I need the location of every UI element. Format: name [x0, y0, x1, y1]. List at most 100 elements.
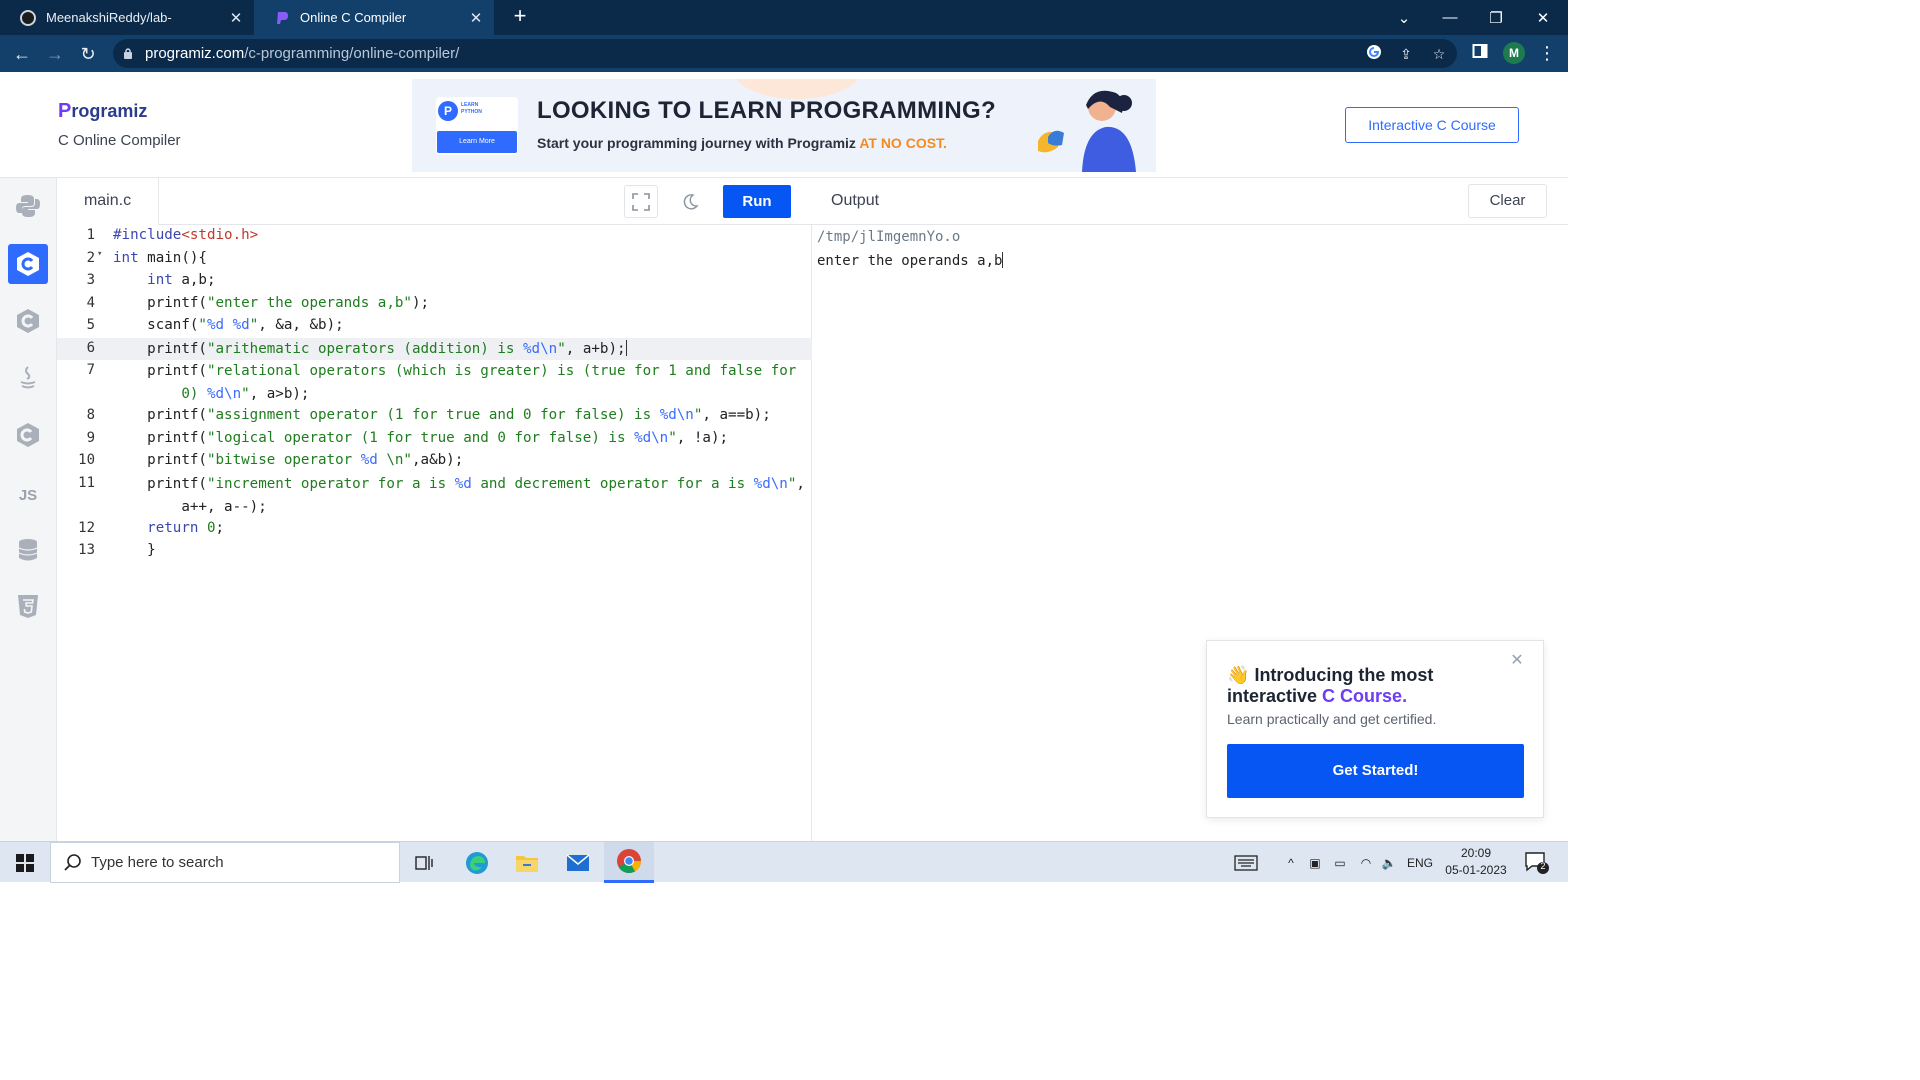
output-stdout-line: enter the operands a,b [817, 252, 1004, 269]
site-header: Programiz C Online Compiler P LEARN PYTH… [0, 72, 1568, 178]
browser-tab-strip: MeenakshiReddy/lab- ✕ Online C Compiler … [0, 0, 1568, 35]
url-text: programiz.com/c-programming/online-compi… [145, 45, 460, 62]
lock-icon [124, 48, 132, 59]
line-number: 7 [86, 362, 95, 378]
fullscreen-button[interactable] [624, 185, 658, 218]
browser-toolbar: ← → ↻ programiz.com/c-programming/online… [0, 35, 1568, 72]
clear-button[interactable]: Clear [1468, 184, 1547, 218]
file-explorer-button[interactable] [502, 842, 552, 883]
browser-menu-icon[interactable]: ⋮ [1538, 41, 1556, 67]
programiz-logo[interactable]: Programiz [58, 100, 147, 123]
line-number: 12 [78, 520, 95, 536]
chrome-icon [617, 849, 641, 874]
show-hidden-icons-button[interactable]: ^ [1280, 842, 1302, 883]
code-line: 3 int a,b; [57, 270, 812, 292]
close-tab-icon[interactable]: ✕ [224, 9, 248, 27]
search-placeholder: Type here to search [91, 854, 224, 871]
reload-button[interactable]: ↻ [75, 41, 101, 67]
interactive-c-course-button[interactable]: Interactive C Course [1345, 107, 1519, 143]
code-line: 10 printf("bitwise operator %d \n",a&b); [57, 450, 812, 472]
sidebar-item-sql[interactable] [8, 530, 48, 570]
editor-toolbar: main.c Run [57, 178, 812, 225]
task-view-button[interactable] [400, 842, 450, 883]
get-started-button[interactable]: Get Started! [1227, 744, 1524, 798]
database-icon [18, 539, 38, 561]
edge-button[interactable] [452, 842, 502, 883]
volume-icon[interactable]: 🔈 [1378, 842, 1400, 883]
popup-description: Learn practically and get certified. [1227, 711, 1437, 727]
banner-headline: LOOKING TO LEARN PROGRAMMING? [537, 97, 996, 124]
code-line: 2 ▾ int main(){ [57, 248, 812, 270]
battery-icon[interactable]: ▭ [1328, 842, 1352, 883]
code-editor[interactable]: 1 #include<stdio.h> 2 ▾ int main(){ 3 in… [57, 225, 812, 841]
tray-network-status-icon[interactable]: ▣ [1304, 842, 1326, 883]
back-button[interactable]: ← [9, 41, 35, 67]
code-line: 9 printf("logical operator (1 for true a… [57, 428, 812, 450]
forward-button[interactable]: → [42, 41, 68, 67]
run-button[interactable]: Run [723, 185, 791, 218]
new-tab-button[interactable]: + [508, 4, 532, 30]
side-panel-icon[interactable] [1470, 43, 1490, 63]
sidebar-item-java[interactable] [8, 358, 48, 398]
folder-icon [516, 855, 538, 872]
line-number: 4 [86, 295, 95, 311]
minimize-button[interactable]: — [1427, 0, 1473, 35]
taskbar-clock[interactable]: 20:09 05-01-2023 [1436, 845, 1516, 879]
touch-keyboard-button[interactable] [1230, 842, 1262, 883]
windows-logo-icon [16, 853, 34, 872]
code-line: 7 printf("relational operators (which is… [57, 360, 812, 405]
code-line-active: 6 printf("arithematic operators (additio… [57, 338, 812, 360]
bookmark-star-icon[interactable]: ☆ [1429, 44, 1449, 64]
sidebar-item-js[interactable]: JS [8, 475, 48, 515]
language-indicator[interactable]: ENG [1402, 842, 1438, 883]
close-tab-icon[interactable]: ✕ [464, 9, 488, 27]
sidebar-item-csharp[interactable] [8, 415, 48, 455]
js-icon: JS [18, 486, 38, 504]
tab-title: Online C Compiler [300, 10, 407, 25]
theme-toggle-button[interactable] [673, 185, 707, 218]
browser-tab-compiler[interactable]: Online C Compiler ✕ [254, 0, 494, 35]
sidebar-item-cpp[interactable] [8, 301, 48, 341]
clock-date: 05-01-2023 [1445, 863, 1507, 877]
tab-title: MeenakshiReddy/lab- [46, 10, 172, 25]
tab-search-chevron-icon[interactable]: ⌄ [1381, 0, 1427, 35]
fullscreen-icon [632, 192, 650, 211]
mail-button[interactable] [553, 842, 603, 883]
learn-more-button[interactable]: Learn More [437, 131, 517, 153]
notification-center-button[interactable]: 2 [1524, 850, 1550, 876]
python-course-logo-icon: P [438, 101, 458, 121]
line-number: 5 [86, 317, 95, 333]
browser-tab-github[interactable]: MeenakshiReddy/lab- ✕ [0, 0, 254, 35]
sidebar-item-python[interactable] [8, 186, 48, 226]
line-number: 3 [86, 272, 95, 288]
line-number: 2 [86, 250, 95, 266]
file-tab-main-c[interactable]: main.c [57, 178, 159, 225]
restore-button[interactable]: ❐ [1473, 0, 1519, 35]
close-window-button[interactable]: ✕ [1520, 0, 1566, 35]
google-icon[interactable] [1364, 44, 1384, 64]
banner-illustration [1038, 90, 1136, 172]
fold-arrow-icon[interactable]: ▾ [97, 249, 102, 259]
profile-avatar[interactable]: M [1503, 42, 1525, 64]
ad-banner[interactable]: P LEARN PYTHON Learn More LOOKING TO LEA… [412, 79, 1156, 172]
promo-popup: ✕ 👋 Introducing the most interactive C C… [1206, 640, 1544, 818]
sidebar-item-html[interactable] [8, 586, 48, 626]
line-number: 6 [86, 340, 95, 356]
search-icon [64, 854, 81, 871]
share-icon[interactable]: ⇪ [1396, 44, 1416, 64]
chrome-button[interactable] [604, 842, 654, 883]
wifi-icon[interactable]: ◠ [1354, 842, 1378, 883]
taskbar-search[interactable]: Type here to search [50, 842, 400, 883]
c-icon [17, 252, 39, 276]
code-line: 8 printf("assignment operator (1 for tru… [57, 405, 812, 427]
address-bar[interactable]: programiz.com/c-programming/online-compi… [113, 39, 1457, 68]
sidebar-item-c[interactable] [8, 244, 48, 284]
clock-time: 20:09 [1460, 846, 1492, 860]
python-icon [16, 195, 40, 217]
start-button[interactable] [0, 842, 50, 883]
badge-label: LEARN PYTHON [461, 102, 482, 115]
mail-icon [566, 853, 590, 871]
github-icon [20, 9, 36, 26]
code-line: 4 printf("enter the operands a,b"); [57, 293, 812, 315]
page-subtitle: C Online Compiler [58, 132, 181, 149]
